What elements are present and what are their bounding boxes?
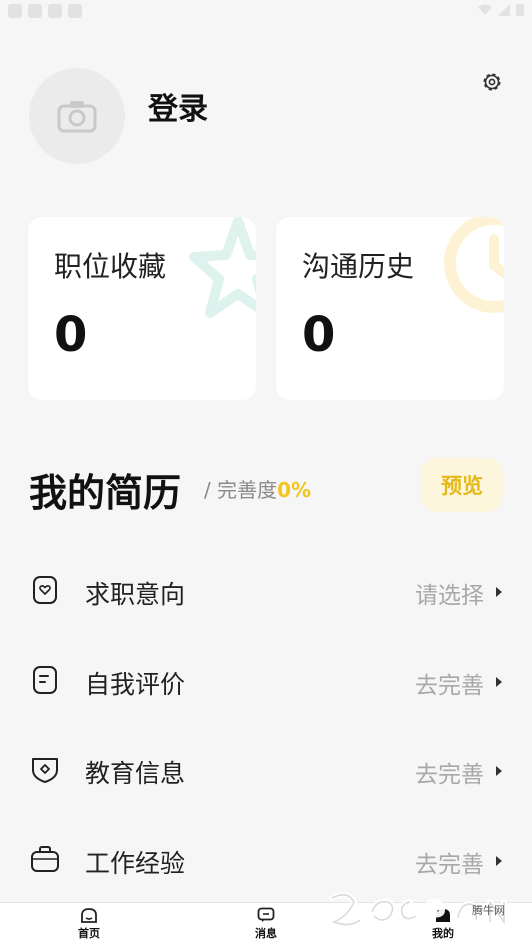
favorite-jobs-card[interactable]: 职位收藏 0	[28, 217, 256, 400]
notification-icon	[68, 4, 82, 18]
resume-item-job-intention[interactable]: 求职意向 请选择	[0, 561, 532, 621]
resume-item-self-evaluation[interactable]: 自我评价 去完善	[0, 651, 532, 711]
preview-button[interactable]: 预览	[421, 458, 503, 512]
notification-icon	[48, 4, 62, 18]
chevron-right-icon	[496, 766, 502, 776]
row-label: 自我评价	[85, 670, 186, 699]
tab-label: 我的	[432, 927, 454, 940]
tab-label: 消息	[255, 927, 277, 940]
completion-percent: 0%	[277, 478, 312, 502]
notification-icon	[28, 4, 42, 18]
card-title: 职位收藏	[54, 250, 167, 283]
completion-label: 完善度	[217, 478, 278, 502]
battery-icon	[516, 4, 524, 16]
row-label: 工作经验	[85, 849, 186, 878]
chevron-right-icon	[496, 587, 502, 597]
row-action[interactable]: 请选择	[415, 576, 484, 610]
favorite-count: 0	[54, 307, 88, 363]
briefcase-icon	[31, 846, 59, 872]
profile-icon	[436, 909, 450, 922]
status-bar	[0, 0, 532, 24]
tab-home[interactable]: 首页	[59, 907, 119, 941]
resume-item-work-experience[interactable]: 工作经验 去完善	[0, 830, 532, 890]
wifi-icon	[478, 4, 492, 15]
row-label: 求职意向	[85, 580, 186, 609]
tab-label: 首页	[78, 927, 100, 940]
shield-icon	[32, 758, 58, 783]
bottom-tab-bar: 首页 消息 我的	[0, 902, 532, 947]
star-icon	[189, 217, 256, 318]
separator: /	[204, 478, 211, 502]
tab-messages[interactable]: 消息	[236, 907, 296, 941]
history-count: 0	[302, 307, 336, 363]
login-button[interactable]: 登录	[148, 84, 208, 128]
resume-completion: / 完善度0%	[204, 474, 311, 503]
settings-gear-icon[interactable]	[480, 70, 504, 94]
resume-section-title: 我的简历	[29, 471, 182, 515]
clock-icon	[444, 217, 504, 313]
notification-icon	[8, 4, 22, 18]
avatar[interactable]	[29, 68, 125, 164]
message-icon	[257, 907, 275, 922]
home-icon	[81, 908, 97, 923]
heart-card-icon	[33, 576, 57, 604]
resume-item-education[interactable]: 教育信息 去完善	[0, 740, 532, 800]
card-title: 沟通历史	[302, 250, 415, 283]
signal-icon	[498, 4, 510, 16]
chevron-right-icon	[496, 856, 502, 866]
chevron-right-icon	[496, 677, 502, 687]
tab-profile[interactable]: 我的	[413, 907, 473, 941]
row-action[interactable]: 去完善	[415, 845, 484, 879]
chat-history-card[interactable]: 沟通历史 0	[276, 217, 504, 400]
row-label: 教育信息	[85, 759, 186, 788]
row-action[interactable]: 去完善	[415, 755, 484, 789]
watermark-brand: 腾牛网	[472, 904, 505, 917]
row-action[interactable]: 去完善	[415, 666, 484, 700]
camera-icon	[57, 101, 97, 133]
document-icon	[33, 666, 57, 694]
